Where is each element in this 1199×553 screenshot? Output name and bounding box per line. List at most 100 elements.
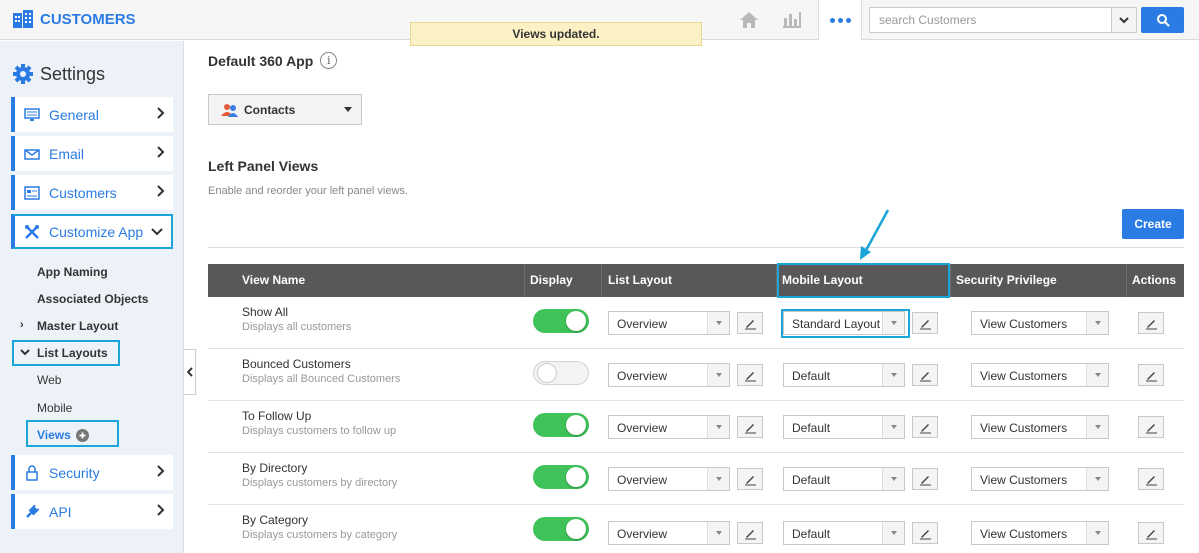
column-header-list-layout: List Layout [608, 273, 673, 287]
envelope-icon [23, 147, 41, 161]
edit-mobile-layout-button[interactable] [912, 468, 938, 490]
table-row: Show All Displays all customers Overview… [208, 297, 1184, 349]
mobile-layout-select[interactable]: Default [783, 415, 905, 439]
search-button[interactable] [1141, 7, 1184, 33]
sidebar-collapse-toggle[interactable] [184, 349, 196, 395]
building-icon [13, 10, 33, 28]
caret-down-icon [882, 364, 904, 386]
pencil-icon [744, 371, 756, 381]
table-header: View Name Display List Layout Mobile Lay… [208, 264, 1184, 297]
view-name: By Directory [242, 461, 308, 475]
add-circle-icon[interactable] [75, 428, 89, 442]
sidebar-item-customize-app[interactable]: Customize App [11, 214, 173, 249]
security-privilege-select[interactable]: View Customers [971, 521, 1109, 545]
display-toggle[interactable] [533, 517, 589, 541]
app-select-dropdown[interactable]: Contacts [208, 94, 362, 125]
mobile-layout-select[interactable]: Default [783, 467, 905, 491]
display-toggle[interactable] [533, 309, 589, 333]
edit-view-button[interactable] [1138, 364, 1164, 386]
mobile-layout-select[interactable]: Default [783, 521, 905, 545]
mobile-layout-select[interactable]: Default [783, 363, 905, 387]
chevron-down-icon [1119, 17, 1129, 24]
column-header-actions: Actions [1132, 273, 1177, 287]
caret-down-icon [882, 416, 904, 438]
gear-icon [13, 64, 33, 84]
app-brand[interactable]: CUSTOMERS [12, 9, 136, 29]
tools-icon [23, 224, 41, 240]
chevron-right-icon [157, 107, 165, 119]
search-scope-dropdown[interactable] [1111, 7, 1137, 33]
section-title: Left Panel Views [208, 158, 319, 174]
security-privilege-select[interactable]: View Customers [971, 311, 1109, 335]
edit-list-layout-button[interactable] [737, 468, 763, 490]
display-toggle[interactable] [533, 361, 589, 385]
sidebar-subitem-mobile[interactable]: Mobile [37, 401, 72, 415]
edit-view-button[interactable] [1138, 312, 1164, 334]
view-name: By Category [242, 513, 309, 527]
caret-down-icon [1086, 522, 1108, 544]
chevron-right-icon [157, 465, 165, 477]
sidebar-subitem-views[interactable]: Views [37, 428, 89, 442]
sidebar-subitem-app-naming[interactable]: App Naming [37, 265, 108, 279]
edit-mobile-layout-button[interactable] [912, 312, 938, 334]
search-icon [1156, 14, 1170, 27]
mobile-layout-header-highlight [777, 263, 950, 298]
column-header-security-privilege: Security Privilege [956, 273, 1057, 287]
app-title: CUSTOMERS [40, 10, 136, 28]
page-title: Default 360 App i [208, 52, 338, 69]
more-icon[interactable] [818, 0, 862, 40]
pencil-icon [744, 475, 756, 485]
section-subtitle: Enable and reorder your left panel views… [208, 185, 408, 197]
toast-message: Views updated. [410, 22, 702, 46]
list-icon [23, 185, 41, 200]
table-row: By Category Displays customers by catego… [208, 505, 1184, 553]
pencil-icon [1145, 319, 1157, 329]
edit-mobile-layout-button[interactable] [912, 364, 938, 386]
edit-list-layout-button[interactable] [737, 312, 763, 334]
edit-view-button[interactable] [1138, 522, 1164, 544]
search-input[interactable]: search Customers [869, 7, 1112, 33]
security-privilege-select[interactable]: View Customers [971, 467, 1109, 491]
caret-down-icon [1086, 364, 1108, 386]
view-description: Displays all Bounced Customers [242, 373, 401, 385]
caret-down-icon [707, 364, 729, 386]
table-row: Bounced Customers Displays all Bounced C… [208, 349, 1184, 401]
edit-view-button[interactable] [1138, 468, 1164, 490]
edit-list-layout-button[interactable] [737, 416, 763, 438]
edit-mobile-layout-button[interactable] [912, 522, 938, 544]
list-layout-select[interactable]: Overview [608, 467, 730, 491]
chart-icon[interactable] [779, 8, 805, 32]
sidebar-item-general[interactable]: General [11, 97, 173, 132]
chevron-right-icon: › [20, 319, 24, 331]
sidebar-item-api[interactable]: API [11, 494, 173, 529]
edit-list-layout-button[interactable] [737, 364, 763, 386]
home-icon[interactable] [736, 8, 762, 32]
chevron-right-icon [157, 185, 165, 197]
list-layout-select[interactable]: Overview [608, 521, 730, 545]
sidebar-item-security[interactable]: Security [11, 455, 173, 490]
pencil-icon [919, 371, 931, 381]
create-button[interactable]: Create [1122, 209, 1184, 239]
sidebar-subitem-master-layout[interactable]: Master Layout [37, 319, 118, 333]
sidebar-subitem-list-layouts[interactable]: List Layouts [37, 346, 108, 360]
list-layout-select[interactable]: Overview [608, 415, 730, 439]
edit-list-layout-button[interactable] [737, 522, 763, 544]
display-toggle[interactable] [533, 465, 589, 489]
security-privilege-select[interactable]: View Customers [971, 415, 1109, 439]
pencil-icon [744, 319, 756, 329]
pencil-icon [919, 319, 931, 329]
display-toggle[interactable] [533, 413, 589, 437]
caret-down-icon [707, 522, 729, 544]
list-layout-select[interactable]: Overview [608, 363, 730, 387]
security-privilege-select[interactable]: View Customers [971, 363, 1109, 387]
list-layout-select[interactable]: Overview [608, 311, 730, 335]
sidebar-subitem-web[interactable]: Web [37, 373, 61, 387]
pencil-icon [744, 529, 756, 539]
sidebar-item-email[interactable]: Email [11, 136, 173, 171]
info-icon[interactable]: i [320, 52, 338, 69]
sidebar-subitem-associated-objects[interactable]: Associated Objects [37, 292, 148, 306]
edit-view-button[interactable] [1138, 416, 1164, 438]
edit-mobile-layout-button[interactable] [912, 416, 938, 438]
divider [208, 247, 1184, 248]
sidebar-item-customers[interactable]: Customers [11, 175, 173, 210]
